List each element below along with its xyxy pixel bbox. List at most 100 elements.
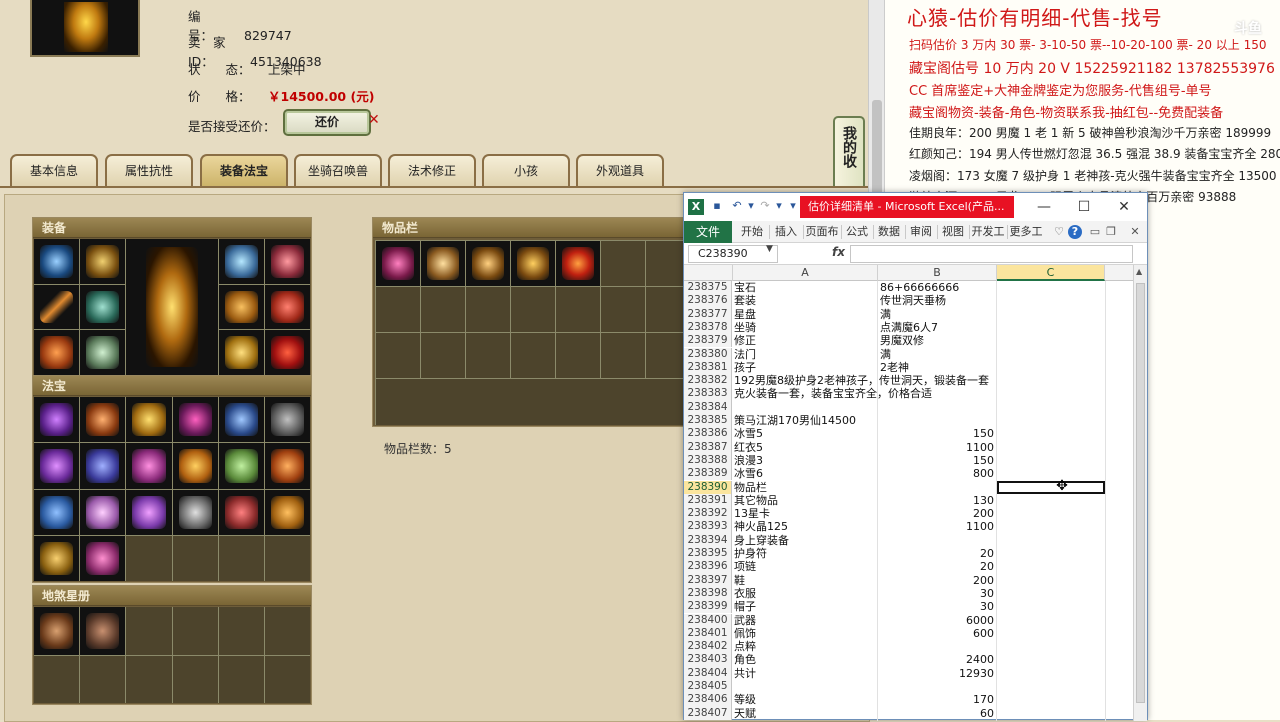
- cell-b[interactable]: 2400: [878, 653, 996, 666]
- row-number[interactable]: 238379: [684, 334, 732, 348]
- maximize-icon[interactable]: ☐: [1068, 195, 1100, 219]
- row-number[interactable]: 238398: [684, 586, 732, 601]
- cell-a[interactable]: 法门: [733, 348, 877, 361]
- cell-b[interactable]: 800: [878, 467, 996, 480]
- redo-icon[interactable]: ↷: [758, 199, 772, 213]
- cell-b[interactable]: 170: [878, 693, 996, 706]
- fabao-slot-empty[interactable]: [126, 535, 172, 581]
- undo-dropdown-icon[interactable]: ▾: [744, 199, 758, 213]
- cell-a[interactable]: 天赋: [733, 707, 877, 720]
- inventory-slot-empty[interactable]: [511, 333, 556, 379]
- tab-review[interactable]: 审阅: [906, 221, 936, 243]
- row-number[interactable]: 238383: [684, 387, 732, 401]
- row-number[interactable]: 238375: [684, 281, 732, 295]
- fabao-slot[interactable]: [126, 489, 172, 535]
- cell-b[interactable]: 满: [878, 308, 996, 321]
- select-all-corner[interactable]: [684, 265, 733, 281]
- cell-a[interactable]: 冰雪5: [733, 427, 877, 440]
- cell-c[interactable]: [997, 627, 1105, 640]
- cell-a[interactable]: 帽子: [733, 600, 877, 613]
- row-number[interactable]: 238393: [684, 520, 732, 534]
- row-number[interactable]: 238382: [684, 374, 732, 388]
- cell-c[interactable]: [997, 374, 1105, 387]
- star-card-slot-empty[interactable]: [126, 607, 172, 655]
- fabao-slot[interactable]: [34, 489, 80, 535]
- inventory-slot-empty[interactable]: [556, 287, 601, 333]
- cell-c[interactable]: [997, 507, 1105, 520]
- cell-b[interactable]: 150: [878, 427, 996, 440]
- fabao-slot[interactable]: [264, 489, 310, 535]
- fabao-slot-empty[interactable]: [172, 535, 218, 581]
- cell-a[interactable]: 身上穿装备: [733, 534, 877, 547]
- star-card-slot-empty[interactable]: [34, 655, 80, 703]
- star-card-slot-empty[interactable]: [172, 607, 218, 655]
- cell-a[interactable]: 红衣5: [733, 441, 877, 454]
- star-card-slot[interactable]: [34, 607, 80, 655]
- star-card-slot-empty[interactable]: [172, 655, 218, 703]
- cell-b[interactable]: 2老神: [878, 361, 996, 374]
- cell-c[interactable]: [997, 520, 1105, 533]
- cell-c[interactable]: [997, 653, 1105, 666]
- fabao-slot[interactable]: [218, 397, 264, 443]
- cell-a[interactable]: 孩子: [733, 361, 877, 374]
- cell-b[interactable]: 20: [878, 547, 996, 560]
- cell-a[interactable]: 套装: [733, 294, 877, 307]
- column-header-b[interactable]: B: [878, 265, 997, 281]
- function-icon[interactable]: fx: [832, 245, 845, 259]
- fabao-slot[interactable]: [264, 397, 310, 443]
- selected-cell[interactable]: [997, 480, 1105, 494]
- cell-b[interactable]: 6000: [878, 614, 996, 627]
- inventory-slot-empty[interactable]: [601, 241, 646, 287]
- cell-b[interactable]: 12930: [878, 667, 996, 680]
- star-card-slot-empty[interactable]: [264, 607, 310, 655]
- cell-a[interactable]: 其它物品: [733, 494, 877, 507]
- equip-slot[interactable]: [80, 239, 126, 284]
- ribbon-minimize-icon[interactable]: ▭: [1088, 225, 1102, 239]
- row-number[interactable]: 238394: [684, 533, 732, 547]
- fabao-slot-empty[interactable]: [264, 535, 310, 581]
- equip-slot[interactable]: [264, 330, 310, 375]
- tab-equipment-fabao[interactable]: 装备法宝: [200, 154, 288, 186]
- row-number[interactable]: 238376: [684, 294, 732, 308]
- fabao-slot[interactable]: [264, 443, 310, 489]
- inventory-slot[interactable]: [511, 241, 556, 287]
- sheet-scrollbar-thumb[interactable]: [1136, 283, 1145, 703]
- undo-icon[interactable]: ↶: [730, 199, 744, 213]
- row-number[interactable]: 238386: [684, 427, 732, 441]
- star-card-slot-empty[interactable]: [218, 607, 264, 655]
- cell-a[interactable]: 192男魔8级护身2老神孩子，传世洞天，锻装备一套: [733, 374, 989, 387]
- row-number[interactable]: 238406: [684, 693, 732, 707]
- close-icon[interactable]: ✕: [1108, 195, 1140, 219]
- tab-spell-correction[interactable]: 法术修正: [388, 154, 476, 186]
- cell-a[interactable]: 衣服: [733, 587, 877, 600]
- cell-b[interactable]: 30: [878, 600, 996, 613]
- fabao-slot[interactable]: [172, 397, 218, 443]
- customize-toolbar-icon[interactable]: ▾: [786, 199, 800, 213]
- row-number[interactable]: 238389: [684, 467, 732, 481]
- inventory-slot-empty[interactable]: [466, 287, 511, 333]
- star-card-slot-empty[interactable]: [126, 655, 172, 703]
- tab-file[interactable]: 文件: [684, 221, 732, 243]
- star-card-slot-empty[interactable]: [264, 655, 310, 703]
- cell-b[interactable]: 130: [878, 494, 996, 507]
- cell-c[interactable]: [997, 294, 1105, 307]
- cell-c[interactable]: [997, 414, 1105, 427]
- cell-b[interactable]: 30: [878, 587, 996, 600]
- row-number[interactable]: 238402: [684, 640, 732, 654]
- tab-page-layout[interactable]: 页面布: [804, 221, 840, 243]
- row-number[interactable]: 238405: [684, 680, 732, 694]
- cell-b[interactable]: 1100: [878, 441, 996, 454]
- cell-c[interactable]: [997, 387, 1105, 400]
- tab-mounts-pets[interactable]: 坐骑召唤兽: [294, 154, 382, 186]
- cell-a[interactable]: 佩饰: [733, 627, 877, 640]
- cell-c[interactable]: [997, 614, 1105, 627]
- cell-c[interactable]: [997, 640, 1105, 653]
- cell-c[interactable]: [997, 680, 1105, 693]
- tab-formulas[interactable]: 公式: [842, 221, 872, 243]
- haggle-button[interactable]: 还价: [283, 109, 371, 136]
- inventory-slot-empty[interactable]: [421, 287, 466, 333]
- cell-a[interactable]: 坐骑: [733, 321, 877, 334]
- inventory-slot[interactable]: [421, 241, 466, 287]
- formula-input[interactable]: [850, 245, 1133, 263]
- help-icon[interactable]: ?: [1068, 225, 1082, 239]
